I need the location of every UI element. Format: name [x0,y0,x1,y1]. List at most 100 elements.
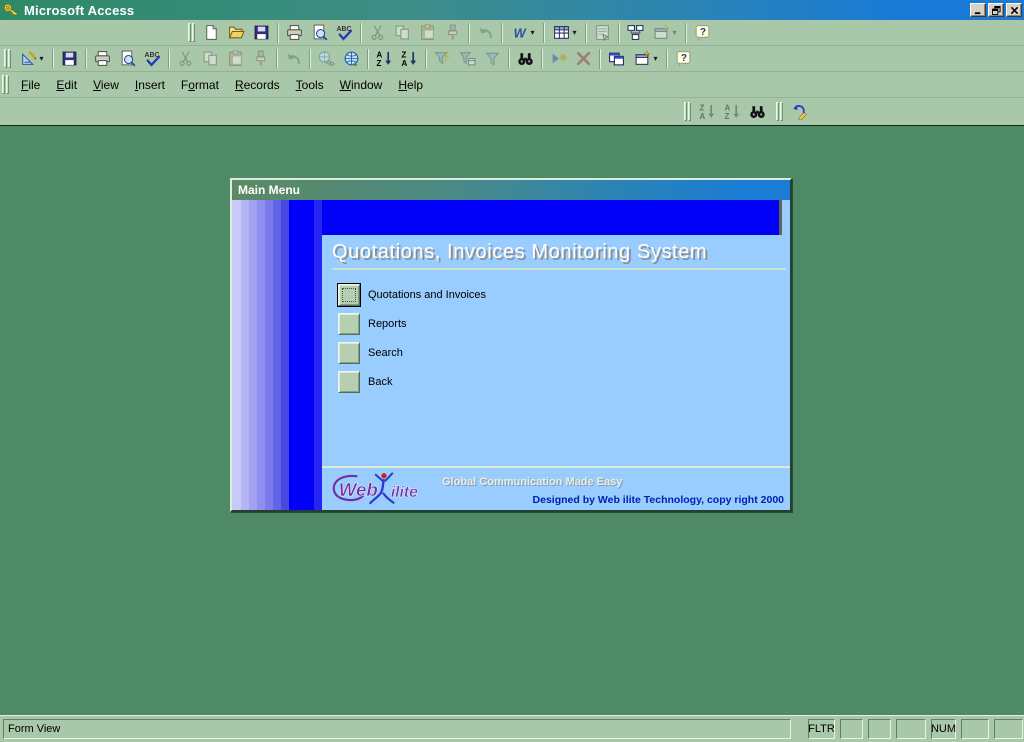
toolbar-separator [367,48,369,69]
close-button[interactable] [1006,3,1022,17]
menubar-items: File Edit View Insert Format Records Tools Wind… [13,73,431,97]
menu-records[interactable]: Records [227,73,288,97]
menu-format[interactable]: Format [173,73,227,97]
office-links-icon[interactable]: W ▾ [506,22,540,44]
analyze-icon[interactable]: ▾ [548,22,582,44]
format-painter-icon[interactable] [248,48,273,70]
find-icon[interactable] [745,101,770,123]
sort-descending-icon[interactable]: ZA [397,48,422,70]
top-blue-band [322,200,782,235]
print-preview-icon[interactable] [115,48,140,70]
status-indicator-fltr: FLTR [808,719,835,739]
app-titlebar[interactable]: Microsoft Access [0,0,1024,20]
find-icon[interactable] [513,48,538,70]
new-object-icon[interactable]: ▾ [648,22,682,44]
form-button-label: Search [368,347,403,359]
toolbar-grip[interactable] [776,102,783,121]
floating-toolbars: ZAAZ [682,100,812,123]
save-icon[interactable] [249,22,274,44]
sort-descending-icon[interactable]: ZA [695,101,720,123]
access-key-icon [3,3,18,16]
toolbar-separator [468,22,470,43]
form-menu-row: Reports [338,313,790,335]
apply-filter-icon[interactable] [480,48,505,70]
spelling-icon[interactable]: ABC [140,48,165,70]
statusbar: Form View FLTR NUM [0,715,1024,742]
help-icon[interactable]: ? [690,22,715,44]
insert-hyperlink-icon[interactable] [314,48,339,70]
status-indicator-blank [896,719,926,739]
close-icon [1010,6,1018,14]
status-indicators: FLTR NUM [808,719,1024,739]
format-painter-icon[interactable] [440,22,465,44]
undo-toolbar [774,100,812,123]
menu-view[interactable]: View [85,73,127,97]
logo-word-web: Web [339,479,378,500]
menubar-grip[interactable] [2,75,9,94]
menu-tools[interactable]: Tools [288,73,332,97]
new-icon[interactable] [199,22,224,44]
form-button-reports[interactable] [338,313,360,335]
undo-icon[interactable] [281,48,306,70]
menu-file[interactable]: File [13,73,48,97]
print-icon[interactable] [90,48,115,70]
menu-help[interactable]: Help [390,73,431,97]
web-icon[interactable] [339,48,364,70]
toolbar-grip[interactable] [188,23,195,42]
print-preview-icon[interactable] [307,22,332,44]
sort-ascending-icon[interactable]: AZ [720,101,745,123]
minimize-button[interactable] [970,3,986,17]
save-icon[interactable] [57,48,82,70]
form-content: Quotations, Invoices Monitoring System Q… [232,200,790,510]
restore-button[interactable] [988,3,1004,17]
menu-insert[interactable]: Insert [127,73,173,97]
svg-text:A: A [700,112,706,120]
toolbar-grip[interactable] [4,49,11,68]
toolbar-grip[interactable] [684,102,691,121]
copy-icon[interactable] [390,22,415,44]
form-title: Main Menu [238,183,300,197]
status-indicator-blank [961,719,989,739]
new-object-icon[interactable]: ▾ [629,48,663,70]
toolbar-separator [168,48,170,69]
spelling-icon[interactable]: ABC [332,22,357,44]
toolbar-separator [85,48,87,69]
filter-by-form-icon[interactable] [455,48,480,70]
database-window-icon[interactable] [604,48,629,70]
new-record-icon[interactable] [546,48,571,70]
sort-ascending-icon[interactable]: AZ [372,48,397,70]
cut-icon[interactable] [173,48,198,70]
form-menu-buttons: Quotations and Invoices Reports Search Back [337,283,790,400]
form-button-search[interactable] [338,342,360,364]
toolbar-separator [543,22,545,43]
print-icon[interactable] [282,22,307,44]
status-indicator-num: NUM [931,719,956,739]
status-indicator-blank [840,719,863,739]
cut-icon[interactable] [365,22,390,44]
filter-by-selection-icon[interactable] [430,48,455,70]
delete-record-icon[interactable] [571,48,596,70]
undo-icon[interactable] [473,22,498,44]
form-footer: Web ilite Global Communication Made Easy… [322,466,790,510]
paste-icon[interactable] [223,48,248,70]
status-indicator-blank [994,719,1023,739]
menubar: File Edit View Insert Format Records Tools Wind… [0,72,1024,98]
menu-edit[interactable]: Edit [48,73,85,97]
web-ilite-logo: Web ilite [332,472,418,505]
svg-text:?: ? [681,53,687,64]
form-menu-row: Quotations and Invoices [337,283,790,307]
form-button-quotations-and-invoices[interactable] [337,283,361,307]
copy-icon[interactable] [198,48,223,70]
undo-formatting-icon[interactable] [787,101,812,123]
paste-icon[interactable] [415,22,440,44]
properties-icon[interactable] [590,22,615,44]
help-icon[interactable]: ? [671,48,696,70]
open-icon[interactable] [224,22,249,44]
menu-window[interactable]: Window [332,73,391,97]
form-titlebar[interactable]: Main Menu [232,180,790,200]
minimize-icon [974,11,980,14]
toolbar-separator [276,48,278,69]
view-icon[interactable]: ▾ [15,48,49,70]
form-button-back[interactable] [338,371,360,393]
relationships-icon[interactable] [623,22,648,44]
